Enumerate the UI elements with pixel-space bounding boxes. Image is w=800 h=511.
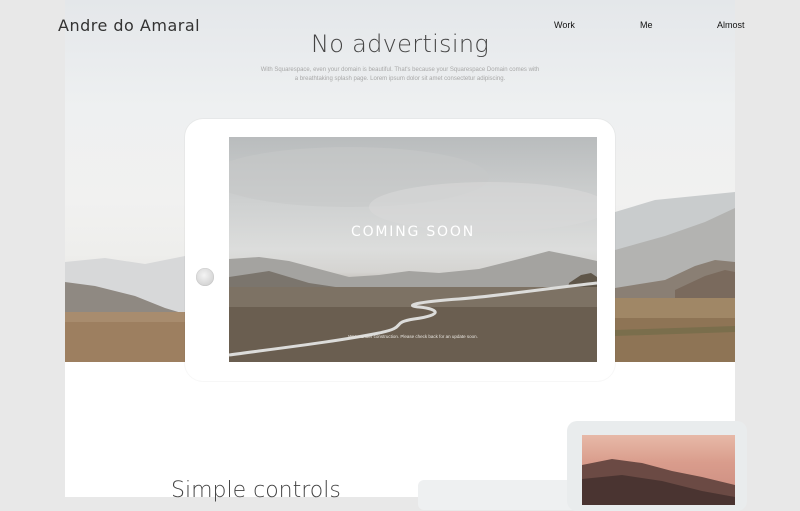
- nav-link-work[interactable]: Work: [554, 20, 575, 30]
- hero-headline: No advertising: [310, 30, 490, 58]
- nav-link-almost[interactable]: Almost: [717, 20, 745, 30]
- sunset-hill-illustration: [582, 459, 735, 505]
- device-screen-image: [582, 435, 735, 505]
- nav-link-me[interactable]: Me: [640, 20, 653, 30]
- coming-soon-title: COMING SOON: [351, 224, 475, 240]
- tablet-home-button-icon: [196, 268, 214, 286]
- tablet-screen-image: [229, 137, 597, 362]
- section-title-simple-controls: Simple controls: [171, 478, 341, 503]
- coming-soon-note: We're under construction. Please check b…: [348, 334, 478, 339]
- laptop-mockup: [418, 480, 578, 510]
- screen-landscape-illustration: [229, 147, 597, 362]
- hero-subtext: With Squarespace, even your domain is be…: [260, 67, 540, 82]
